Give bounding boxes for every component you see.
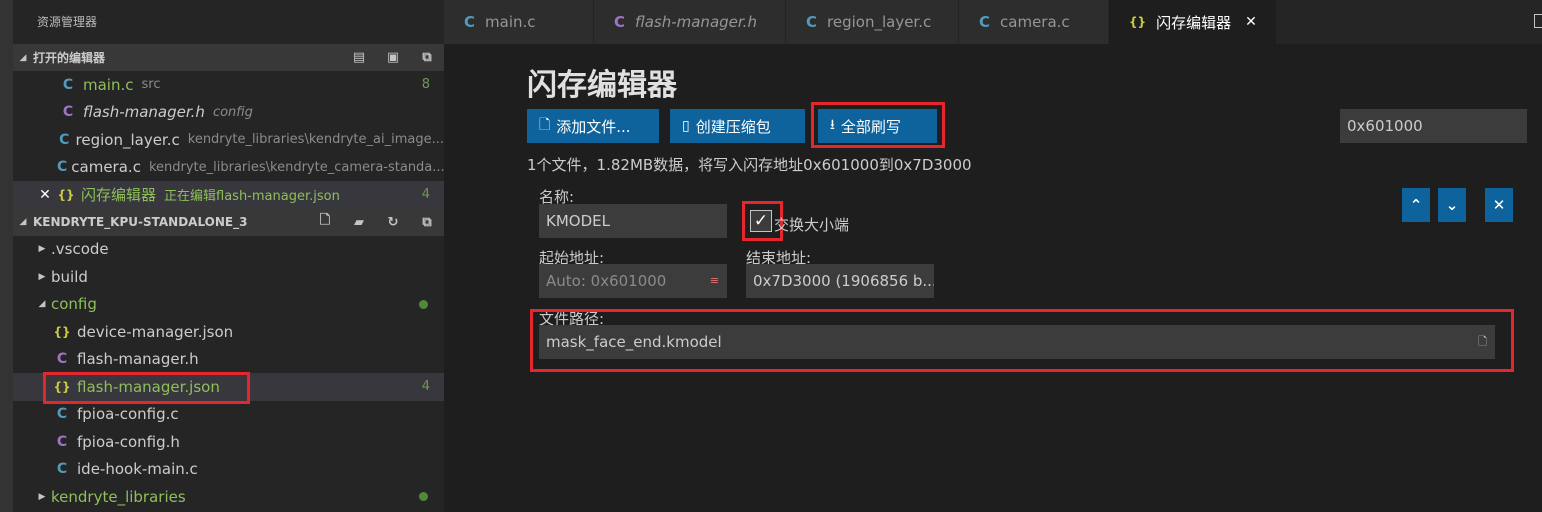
project-actions: 🗋 ▰ ↻ ⧉: [316, 209, 436, 236]
tree-file-fpioa-config-h[interactable]: C fpioa-config.h: [13, 428, 444, 456]
c-header-file-icon: C: [62, 104, 74, 121]
open-editor-item-flash-editor[interactable]: ✕ {} 闪存编辑器 正在编辑flash-manager.json 4: [13, 181, 444, 209]
problem-count-badge: 4: [421, 187, 430, 203]
open-editor-item-camera-c[interactable]: C camera.c kendryte_libraries\kendryte_c…: [13, 154, 444, 182]
tree-file-device-manager-json[interactable]: {} device-manager.json: [13, 318, 444, 346]
tree-folder-build[interactable]: ▶ build: [13, 263, 444, 291]
c-file-icon: C: [806, 13, 818, 31]
json-file-icon: {}: [57, 187, 75, 202]
tab-flash-manager-h[interactable]: C flash-manager.h: [594, 0, 786, 44]
c-file-icon: C: [62, 76, 74, 93]
remove-entry-button[interactable]: ✕: [1485, 188, 1513, 222]
start-address-input[interactable]: Auto: 0x601000 ≡: [539, 264, 727, 298]
create-package-button[interactable]: ▯ 创建压缩包: [670, 109, 805, 143]
highlight-box: [530, 309, 1514, 372]
project-title: KENDRYTE_KPU-STANDALONE_3: [33, 215, 248, 229]
tree-file-fpioa-config-c[interactable]: C fpioa-config.c: [13, 401, 444, 429]
chevron-right-icon: ▶: [38, 271, 46, 282]
end-address-field: 0x7D3000 (1906856 b...: [746, 264, 934, 298]
sidebar-title: 资源管理器: [13, 0, 444, 44]
close-all-icon[interactable]: ⧉: [418, 50, 436, 65]
save-all-icon[interactable]: ▣: [384, 50, 402, 65]
close-icon[interactable]: ✕: [1245, 14, 1257, 30]
add-file-button[interactable]: 🗋 添加文件...: [527, 109, 659, 143]
move-down-button[interactable]: ⌄: [1438, 188, 1466, 222]
problem-count-badge: 4: [421, 379, 430, 395]
clear-field-icon[interactable]: ≡: [710, 264, 719, 298]
collapse-all-icon[interactable]: ⧉: [418, 215, 436, 230]
move-up-button[interactable]: ⌃: [1402, 188, 1430, 222]
chevron-up-icon: ⌃: [1409, 196, 1423, 214]
new-file-icon[interactable]: 🗋: [316, 211, 334, 233]
tree-folder-kendryte-libraries[interactable]: ▶ kendryte_libraries: [13, 483, 444, 511]
chevron-right-icon: ▶: [38, 244, 46, 255]
modified-dot: [419, 492, 428, 502]
json-file-icon: {}: [53, 324, 71, 339]
tree-folder-vscode[interactable]: ▶ .vscode: [13, 236, 444, 264]
open-editors-title: 打开的编辑器: [33, 51, 106, 65]
chevron-down-icon: ◢: [19, 217, 27, 227]
activity-bar: [0, 0, 13, 512]
highlight-box: [43, 372, 250, 404]
new-file-icon: 🗋: [539, 117, 551, 133]
flash-editor-panel: 闪存编辑器 🗋 添加文件... ▯ 创建压缩包 ⭳ 全部刷写 0x601000 …: [444, 44, 1542, 512]
flash-summary: 1个文件，1.82MB数据，将写入闪存地址0x601000到0x7D3000: [527, 156, 972, 174]
tab-camera-c[interactable]: C camera.c: [959, 0, 1109, 44]
c-file-icon: C: [59, 131, 70, 148]
open-editor-item-main-c[interactable]: C main.c src 8: [13, 71, 444, 99]
new-folder-icon[interactable]: ▰: [350, 215, 368, 230]
chevron-down-icon: ◢: [38, 299, 46, 310]
c-file-icon: C: [979, 13, 991, 31]
split-editor-icon[interactable]: [1534, 14, 1542, 28]
c-file-icon: C: [56, 461, 68, 478]
new-untitled-icon[interactable]: ▤: [350, 50, 368, 65]
page-title: 闪存编辑器: [527, 68, 677, 103]
tab-main-c[interactable]: C main.c: [444, 0, 594, 44]
tree-folder-config[interactable]: ◢ config: [13, 291, 444, 319]
c-file-icon: C: [57, 159, 68, 176]
explorer-sidebar: 资源管理器 ◢ 打开的编辑器 ▤ ▣ ⧉ C main.c src 8 C fl…: [13, 0, 444, 512]
tree-file-ide-hook-main-c[interactable]: C ide-hook-main.c: [13, 456, 444, 484]
highlight-box: [811, 102, 945, 148]
chevron-down-icon: ◢: [19, 52, 27, 63]
name-input[interactable]: KMODEL: [539, 204, 727, 238]
project-header[interactable]: ◢ KENDRYTE_KPU-STANDALONE_3 🗋 ▰ ↻ ⧉: [13, 208, 444, 236]
open-editors-header[interactable]: ◢ 打开的编辑器 ▤ ▣ ⧉: [13, 44, 444, 71]
tree-file-flash-manager-h[interactable]: C flash-manager.h: [13, 346, 444, 374]
open-editors-actions: ▤ ▣ ⧉: [350, 44, 436, 71]
chevron-right-icon: ▶: [38, 491, 46, 502]
problem-count-badge: 8: [421, 77, 430, 93]
c-file-icon: C: [56, 406, 68, 423]
tab-region-layer-c[interactable]: C region_layer.c: [786, 0, 959, 44]
archive-icon: ▯: [682, 118, 690, 134]
close-icon: ✕: [1492, 196, 1506, 214]
c-header-file-icon: C: [56, 433, 68, 450]
editor-tab-bar: C main.c C flash-manager.h C region_laye…: [444, 0, 1542, 44]
open-editor-item-region-layer-c[interactable]: C region_layer.c kendryte_libraries\kend…: [13, 126, 444, 154]
open-editor-item-flash-manager-h[interactable]: C flash-manager.h config: [13, 99, 444, 127]
c-header-file-icon: C: [56, 351, 68, 368]
modified-dot: [419, 299, 428, 309]
json-file-icon: {}: [1129, 15, 1147, 29]
base-address-input[interactable]: 0x601000: [1340, 109, 1527, 143]
tab-flash-editor[interactable]: {} 闪存编辑器 ✕: [1109, 0, 1277, 44]
refresh-icon[interactable]: ↻: [384, 215, 402, 230]
c-header-file-icon: C: [614, 13, 626, 31]
swap-endian-label: 交换大小端: [774, 216, 850, 234]
chevron-down-icon: ⌄: [1445, 196, 1459, 214]
c-file-icon: C: [464, 13, 476, 31]
close-icon[interactable]: ✕: [35, 187, 55, 203]
